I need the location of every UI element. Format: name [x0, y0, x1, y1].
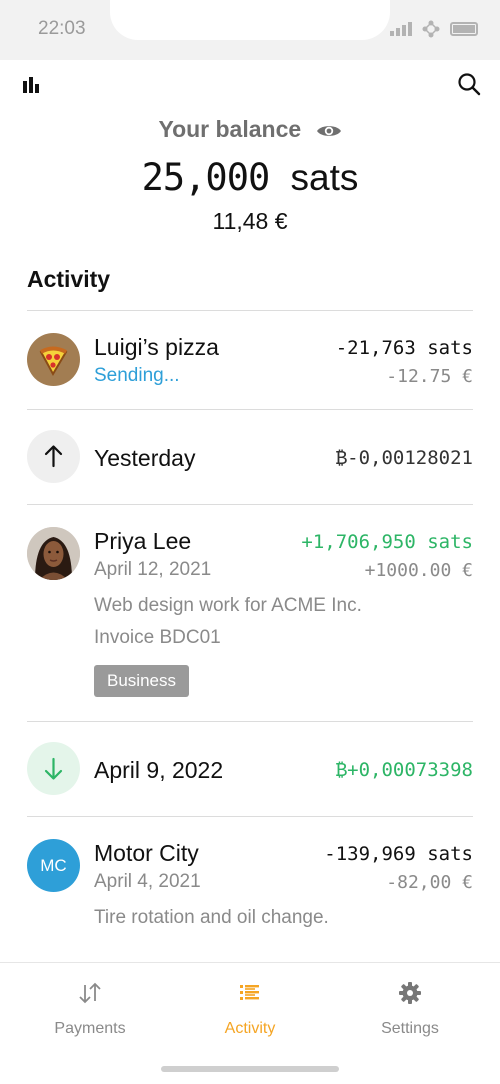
balance-unit: sats — [290, 157, 359, 198]
activity-item-motor-city[interactable]: MC Motor City April 4, 2021 -139,969 sat… — [27, 816, 473, 962]
activity-item-yesterday[interactable]: Yesterday ₿-0,00128021 — [27, 409, 473, 504]
item-amount: ₿+0,00073398 — [335, 759, 473, 781]
activity-title: Activity — [27, 266, 111, 292]
item-tag[interactable]: Business — [94, 665, 189, 697]
priya-avatar — [27, 527, 80, 580]
status-time: 22:03 — [38, 18, 86, 39]
status-bar: 22:03 — [0, 0, 500, 60]
item-name: Motor City — [94, 840, 199, 866]
balance-amount: 25,000 sats — [0, 156, 500, 199]
nav-activity[interactable]: Activity — [180, 981, 320, 1038]
nav-settings-label: Settings — [381, 1020, 439, 1037]
bottom-nav: Payments Activity Settings — [0, 962, 500, 1084]
item-note: Invoice BDC01 — [94, 627, 221, 648]
list-icon — [240, 985, 259, 1000]
item-amount: +1,706,950 sats — [301, 531, 473, 553]
device-notch — [110, 0, 390, 40]
item-amount: ₿-0,00128021 — [335, 447, 473, 469]
item-name: Yesterday — [94, 445, 196, 471]
item-name: Priya Lee — [94, 528, 192, 554]
arrow-down-icon — [44, 757, 63, 780]
item-date: April 4, 2021 — [94, 871, 201, 892]
nav-activity-label: Activity — [224, 1020, 276, 1037]
bar-chart-icon[interactable] — [22, 76, 40, 94]
transfer-arrows-icon — [79, 982, 101, 1004]
item-fiat: -82,00 € — [386, 872, 473, 893]
pizza-icon — [39, 346, 68, 377]
main-screen: Your balance 25,000 sats 11,48 € Activit… — [0, 60, 500, 963]
incoming-avatar — [27, 742, 80, 795]
signal-icon — [390, 22, 412, 36]
eye-icon[interactable] — [316, 123, 342, 139]
activity-item-luigis-pizza[interactable]: Luigi’s pizza Sending... -21,763 sats -1… — [27, 310, 473, 408]
mc-avatar: MC — [27, 839, 80, 892]
pizza-avatar — [27, 333, 80, 386]
arrow-up-icon — [44, 445, 63, 468]
item-status: Sending... — [94, 365, 180, 386]
activity-item-april-9-2022[interactable]: April 9, 2022 ₿+0,00073398 — [27, 721, 473, 816]
item-note: Web design work for ACME Inc. — [94, 595, 362, 616]
item-note: Tire rotation and oil change. — [94, 907, 329, 928]
gear-icon — [399, 982, 421, 1004]
network-icon — [422, 20, 440, 38]
balance-amount-value: 25,000 — [141, 156, 271, 199]
activity-item-priya-lee[interactable]: Priya Lee April 12, 2021 +1,706,950 sats… — [27, 504, 473, 720]
item-fiat: +1000.00 € — [364, 560, 473, 581]
status-icons — [390, 20, 478, 38]
item-name: Luigi’s pizza — [94, 334, 219, 360]
item-amount: -139,969 sats — [324, 843, 473, 865]
home-indicator[interactable] — [161, 1066, 339, 1072]
battery-icon — [450, 22, 478, 36]
nav-payments[interactable]: Payments — [20, 981, 160, 1038]
nav-payments-label: Payments — [54, 1020, 126, 1037]
person-photo-icon — [27, 527, 80, 580]
nav-settings[interactable]: Settings — [340, 981, 480, 1038]
item-amount: -21,763 sats — [335, 337, 473, 359]
balance-fiat: 11,48 € — [212, 208, 288, 234]
balance-label: Your balance — [158, 116, 302, 142]
item-fiat: -12.75 € — [386, 366, 473, 387]
outgoing-avatar — [27, 430, 80, 483]
item-date: April 12, 2021 — [94, 559, 212, 580]
balance-label-row: Your balance — [0, 116, 500, 143]
item-name: April 9, 2022 — [94, 757, 224, 783]
search-icon[interactable] — [457, 72, 481, 96]
